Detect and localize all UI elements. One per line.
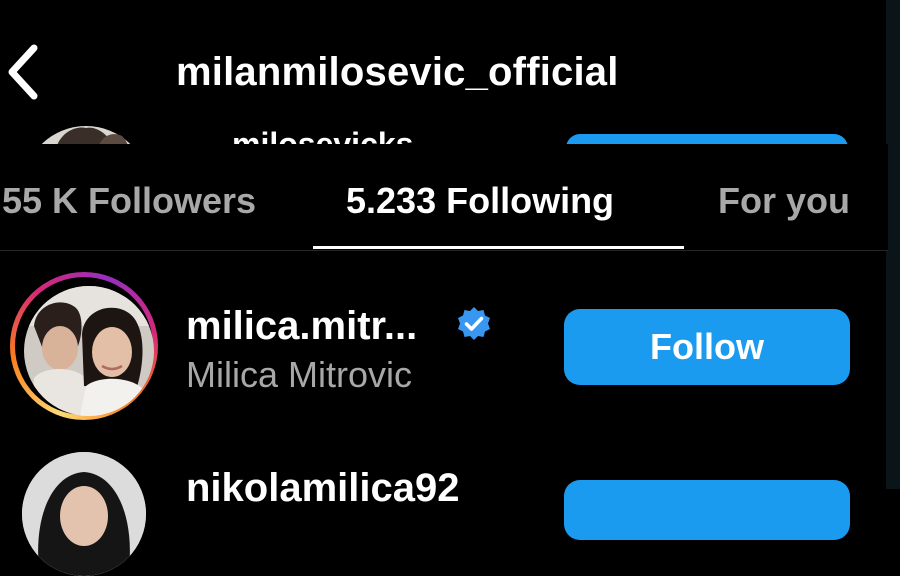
verified-badge-icon	[455, 306, 493, 344]
follow-button[interactable]: Follow	[564, 309, 850, 385]
next-follow-button[interactable]	[564, 480, 850, 540]
tab-followers[interactable]: 55 K Followers	[2, 180, 256, 222]
tab-following[interactable]: 5.233 Following	[346, 180, 614, 222]
active-tab-indicator	[313, 246, 684, 249]
avatar	[24, 286, 154, 416]
list-item[interactable]: milica.mitr... Milica Mitrovic Follow	[0, 262, 888, 432]
row-username[interactable]: milica.mitr...	[186, 304, 417, 349]
window-edge	[886, 0, 900, 489]
tab-for-you[interactable]: For you	[718, 180, 850, 222]
story-ring[interactable]	[10, 272, 158, 420]
chevron-left-icon	[8, 44, 38, 100]
row-full-name: Milica Mitrovic	[186, 354, 413, 395]
profile-title: milanmilosevic_official	[176, 50, 619, 94]
tab-bar: 55 K Followers 5.233 Following For you	[0, 144, 888, 251]
partial-username: milosevicks	[232, 126, 414, 144]
next-avatar[interactable]	[22, 452, 146, 576]
back-button[interactable]	[4, 42, 44, 102]
